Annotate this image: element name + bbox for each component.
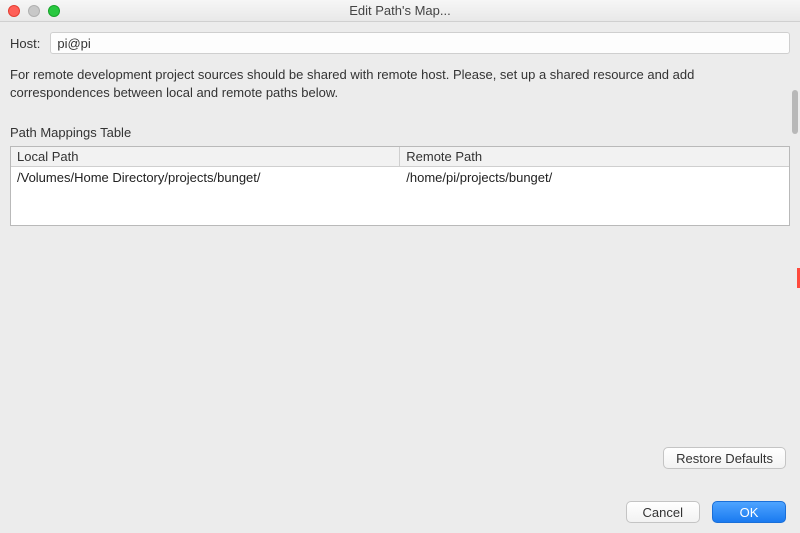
dialog-content: Host: For remote development project sou… — [0, 22, 800, 533]
titlebar: Edit Path's Map... — [0, 0, 800, 22]
host-input[interactable] — [50, 32, 790, 54]
dialog-footer: Restore Defaults Cancel OK — [14, 447, 786, 523]
window-controls — [8, 5, 60, 17]
scrollbar[interactable] — [792, 90, 798, 134]
minimize-icon — [28, 5, 40, 17]
mappings-section-label: Path Mappings Table — [10, 125, 790, 140]
close-icon[interactable] — [8, 5, 20, 17]
host-row: Host: — [10, 32, 790, 54]
column-header-local[interactable]: Local Path — [11, 147, 400, 167]
cell-local-path[interactable]: /Volumes/Home Directory/projects/bunget/ — [11, 167, 400, 189]
window-title: Edit Path's Map... — [0, 3, 800, 18]
path-mappings-table[interactable]: Local Path Remote Path /Volumes/Home Dir… — [10, 146, 790, 226]
table-header-row: Local Path Remote Path — [11, 147, 789, 167]
cancel-button[interactable]: Cancel — [626, 501, 700, 523]
table-row[interactable]: /Volumes/Home Directory/projects/bunget/… — [11, 167, 789, 189]
maximize-icon[interactable] — [48, 5, 60, 17]
column-header-remote[interactable]: Remote Path — [400, 147, 789, 167]
cell-remote-path[interactable]: /home/pi/projects/bunget/ — [400, 167, 789, 189]
ok-button[interactable]: OK — [712, 501, 786, 523]
description-text: For remote development project sources s… — [10, 66, 790, 101]
restore-defaults-button[interactable]: Restore Defaults — [663, 447, 786, 469]
host-label: Host: — [10, 36, 40, 51]
